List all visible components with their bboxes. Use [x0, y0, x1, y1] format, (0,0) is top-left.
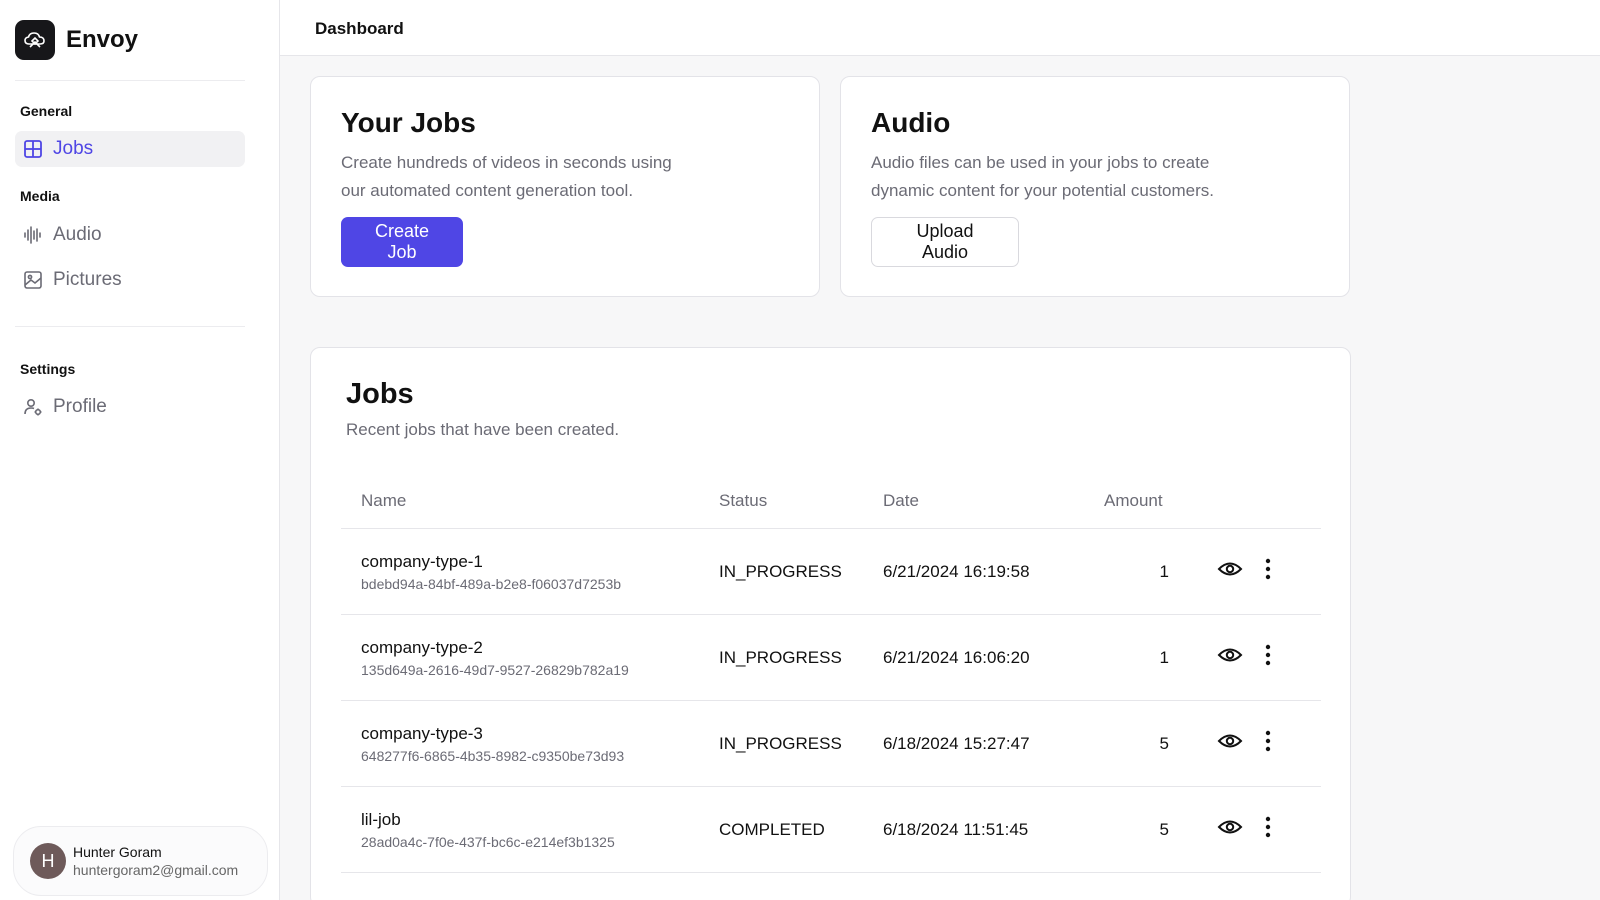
job-name: company-type-3 [361, 724, 483, 743]
audio-wave-icon [23, 225, 43, 245]
job-date: 6/21/2024 16:19:58 [883, 562, 1030, 581]
jobs-table: Name Status Date Amount company-type-1 b… [341, 473, 1321, 873]
sidebar-item-audio[interactable]: Audio [15, 217, 245, 253]
column-header-amount[interactable]: Amount [1104, 491, 1163, 511]
create-job-button[interactable]: Create Job [341, 217, 463, 267]
user-card[interactable]: H Hunter Goram huntergoram2@gmail.com [13, 826, 268, 896]
table-row[interactable]: lil-job 28ad0a4c-7f0e-437f-bc6c-e214ef3b… [341, 787, 1321, 873]
job-id: 28ad0a4c-7f0e-437f-bc6c-e214ef3b1325 [361, 834, 615, 850]
column-header-status[interactable]: Status [719, 491, 767, 511]
more-vertical-icon[interactable] [1256, 815, 1280, 839]
section-label-general: General [20, 103, 73, 119]
jobs-subtitle: Recent jobs that have been created. [346, 420, 620, 439]
table-row[interactable]: company-type-3 648277f6-6865-4b35-8982-c… [341, 701, 1321, 787]
sidebar-divider [15, 80, 245, 81]
job-name: lil-job [361, 810, 401, 829]
more-vertical-icon[interactable] [1256, 729, 1280, 753]
sidebar: Envoy General Jobs Media Audio Pictures … [0, 0, 280, 900]
brand-name: Envoy [66, 26, 139, 53]
card-description: Audio files can be used in your jobs to … [871, 153, 1214, 200]
table-header: Name Status Date Amount [341, 473, 1321, 529]
view-eye-icon[interactable] [1216, 557, 1244, 581]
job-amount: 5 [1159, 820, 1169, 839]
job-id: 648277f6-6865-4b35-8982-c9350be73d93 [361, 748, 625, 764]
avatar: H [30, 843, 66, 879]
job-amount: 1 [1159, 562, 1169, 581]
page-title: Dashboard [315, 19, 404, 38]
sidebar-item-label: Jobs [53, 138, 94, 159]
user-gear-icon [23, 397, 43, 417]
envoy-logo-icon [15, 20, 55, 60]
job-status: IN_PROGRESS [719, 648, 842, 667]
more-vertical-icon[interactable] [1256, 643, 1280, 667]
sidebar-item-profile[interactable]: Profile [15, 389, 245, 425]
view-eye-icon[interactable] [1216, 815, 1244, 839]
more-vertical-icon[interactable] [1256, 557, 1280, 581]
sidebar-item-pictures[interactable]: Pictures [15, 262, 245, 298]
upload-audio-button[interactable]: Upload Audio [871, 217, 1019, 267]
sidebar-divider [15, 326, 245, 327]
topbar: Dashboard [280, 0, 1600, 56]
job-name: company-type-2 [361, 638, 483, 657]
view-eye-icon[interactable] [1216, 729, 1244, 753]
sidebar-item-label: Audio [53, 224, 102, 245]
user-name: Hunter Goram [73, 844, 162, 860]
card-description: Create hundreds of videos in seconds usi… [341, 153, 672, 200]
job-amount: 5 [1159, 734, 1169, 753]
sidebar-item-jobs[interactable]: Jobs [15, 131, 245, 167]
card-title: Your Jobs [341, 107, 476, 138]
section-label-media: Media [20, 188, 60, 204]
job-status: COMPLETED [719, 820, 825, 839]
column-header-name[interactable]: Name [361, 491, 406, 511]
job-date: 6/21/2024 16:06:20 [883, 648, 1030, 667]
job-status: IN_PROGRESS [719, 734, 842, 753]
column-header-date[interactable]: Date [883, 491, 919, 511]
sidebar-item-label: Profile [53, 396, 107, 417]
sidebar-item-label: Pictures [53, 269, 122, 290]
table-row[interactable]: company-type-1 bdebd94a-84bf-489a-b2e8-f… [341, 529, 1321, 615]
job-date: 6/18/2024 15:27:47 [883, 734, 1030, 753]
user-email: huntergoram2@gmail.com [73, 862, 239, 878]
image-icon [23, 270, 43, 290]
audio-card: Audio Audio files can be used in your jo… [840, 76, 1350, 297]
job-status: IN_PROGRESS [719, 562, 842, 581]
section-label-settings: Settings [20, 361, 76, 377]
table-row[interactable]: company-type-2 135d649a-2616-49d7-9527-2… [341, 615, 1321, 701]
jobs-table-card: Jobs Recent jobs that have been created.… [310, 347, 1351, 900]
grid-icon [23, 139, 43, 159]
jobs-title: Jobs [346, 378, 414, 410]
view-eye-icon[interactable] [1216, 643, 1244, 667]
job-id: bdebd94a-84bf-489a-b2e8-f06037d7253b [361, 576, 622, 592]
card-title: Audio [871, 107, 951, 138]
job-id: 135d649a-2616-49d7-9527-26829b782a19 [361, 662, 629, 678]
job-name: company-type-1 [361, 552, 483, 571]
job-date: 6/18/2024 11:51:45 [883, 820, 1029, 839]
your-jobs-card: Your Jobs Create hundreds of videos in s… [310, 76, 820, 297]
job-amount: 1 [1159, 648, 1169, 667]
brand[interactable]: Envoy [15, 20, 138, 60]
